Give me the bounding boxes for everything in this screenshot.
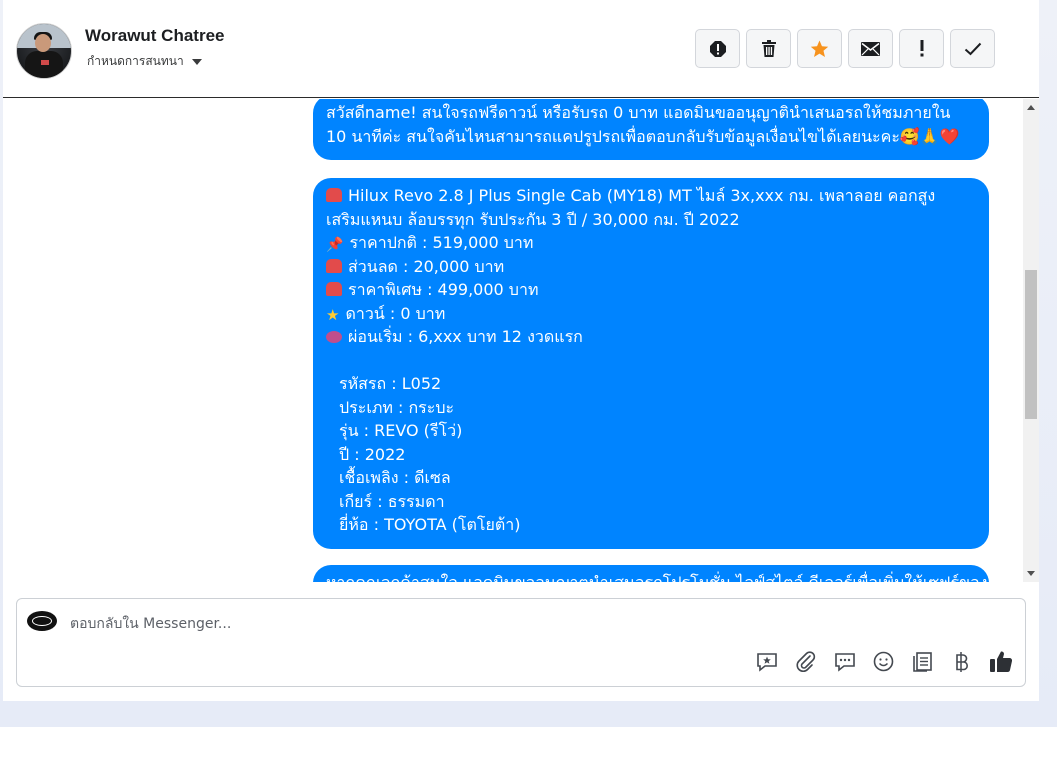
important-button[interactable] [899,29,944,68]
contact-name[interactable]: Worawut Chatree [85,26,225,46]
car-title: Hilux Revo 2.8 J Plus Single Cab (MY18) … [348,186,936,205]
conversation-header: Worawut Chatree กำหนดการสนทนา [3,0,1039,98]
done-button[interactable] [950,29,995,68]
caret-down-icon [191,58,202,65]
scroll-down-icon[interactable] [1027,571,1035,576]
thumbs-up-icon[interactable] [988,649,1013,674]
baht-icon[interactable] [949,649,974,674]
scrollbar-thumb[interactable] [1025,270,1037,419]
message-bubble-greeting[interactable]: สวัสดีname! สนใจรถฟรีดาวน์ หรือรับรถ 0 บ… [313,99,989,160]
message-text: สวัสดีname! สนใจรถฟรีดาวน์ หรือรับรถ 0 บ… [326,103,951,122]
message-text: หากคุณลูกค้าสนใจ แอดมินขออนุญาตนำเสนอรถโ… [326,571,987,582]
exclamation-icon [920,40,923,57]
assign-conversation-dropdown[interactable]: กำหนดการสนทนา [87,52,202,71]
price-normal: ราคาปกติ : 519,000 บาท [349,233,534,252]
car-icon [326,188,342,202]
down-payment: ดาวน์ : 0 บาท [345,303,446,323]
mark-unread-button[interactable] [848,29,893,68]
discount: ส่วนลด : 20,000 บาท [348,256,505,276]
star-emoji-icon: ★ [326,305,340,324]
star-icon [810,39,829,57]
conversation-toolbar [695,29,995,68]
alert-octagon-icon [709,40,726,57]
contact-avatar[interactable] [16,23,72,79]
saved-reply-icon[interactable] [754,649,779,674]
car-type: ประเภท : กระบะ [339,397,455,417]
page-avatar [27,611,57,631]
scroll-up-icon[interactable] [1027,105,1035,110]
emoji-icon[interactable] [871,649,896,674]
assign-conversation-label: กำหนดการสนทนา [87,54,184,68]
car-brand: ยี่ห้อ : TOYOTA (โตโยต้า) [339,515,521,534]
message-bubble-partial[interactable]: หากคุณลูกค้าสนใจ แอดมินขออนุญาตนำเสนอรถโ… [313,565,989,582]
comment-icon[interactable] [832,649,857,674]
conversation-panel: Worawut Chatree กำหนดการสนทนา สวัสดีname… [3,0,1039,701]
installment: ผ่อนเริ่ม : 6,xxx บาท 12 งวดแรก [348,327,583,346]
car-title-cont: เสริมแหนบ ล้อบรรทุก รับประกัน 3 ปี / 30,… [326,209,740,229]
car-year: ปี : 2022 [339,444,406,464]
composer-tools [754,649,1013,674]
reply-input[interactable] [70,613,670,635]
trash-icon [761,39,776,57]
delete-button[interactable] [746,29,791,68]
price-special: ราคาพิเศษ : 499,000 บาท [348,280,539,299]
notes-icon[interactable] [910,649,935,674]
report-button[interactable] [695,29,740,68]
star-button[interactable] [797,29,842,68]
envelope-icon [861,41,880,56]
car-icon [326,282,342,296]
car-fuel: เชื้อเพลิง : ดีเซล [339,468,451,487]
car-code: รหัสรถ : L052 [339,374,442,393]
checkmark-icon [964,42,981,55]
message-text: 10 นาทีค่ะ สนใจคันไหนสามารถแคปรูปรถเพื่อ… [326,126,960,146]
car-model: รุ่น : REVO (รีโว่) [339,421,463,440]
message-bubble-car-offer[interactable]: Hilux Revo 2.8 J Plus Single Cab (MY18) … [313,178,989,549]
car-icon [326,258,342,273]
reply-composer [16,598,1026,687]
pushpin-icon: 📌 [326,237,344,253]
thread-scrollbar[interactable] [1023,99,1039,582]
attachment-icon[interactable] [793,649,818,674]
car-gear: เกียร์ : ธรรมดา [339,491,445,511]
hot-springs-icon [326,331,342,343]
message-thread[interactable]: สวัสดีname! สนใจรถฟรีดาวน์ หรือรับรถ 0 บ… [3,99,1023,582]
